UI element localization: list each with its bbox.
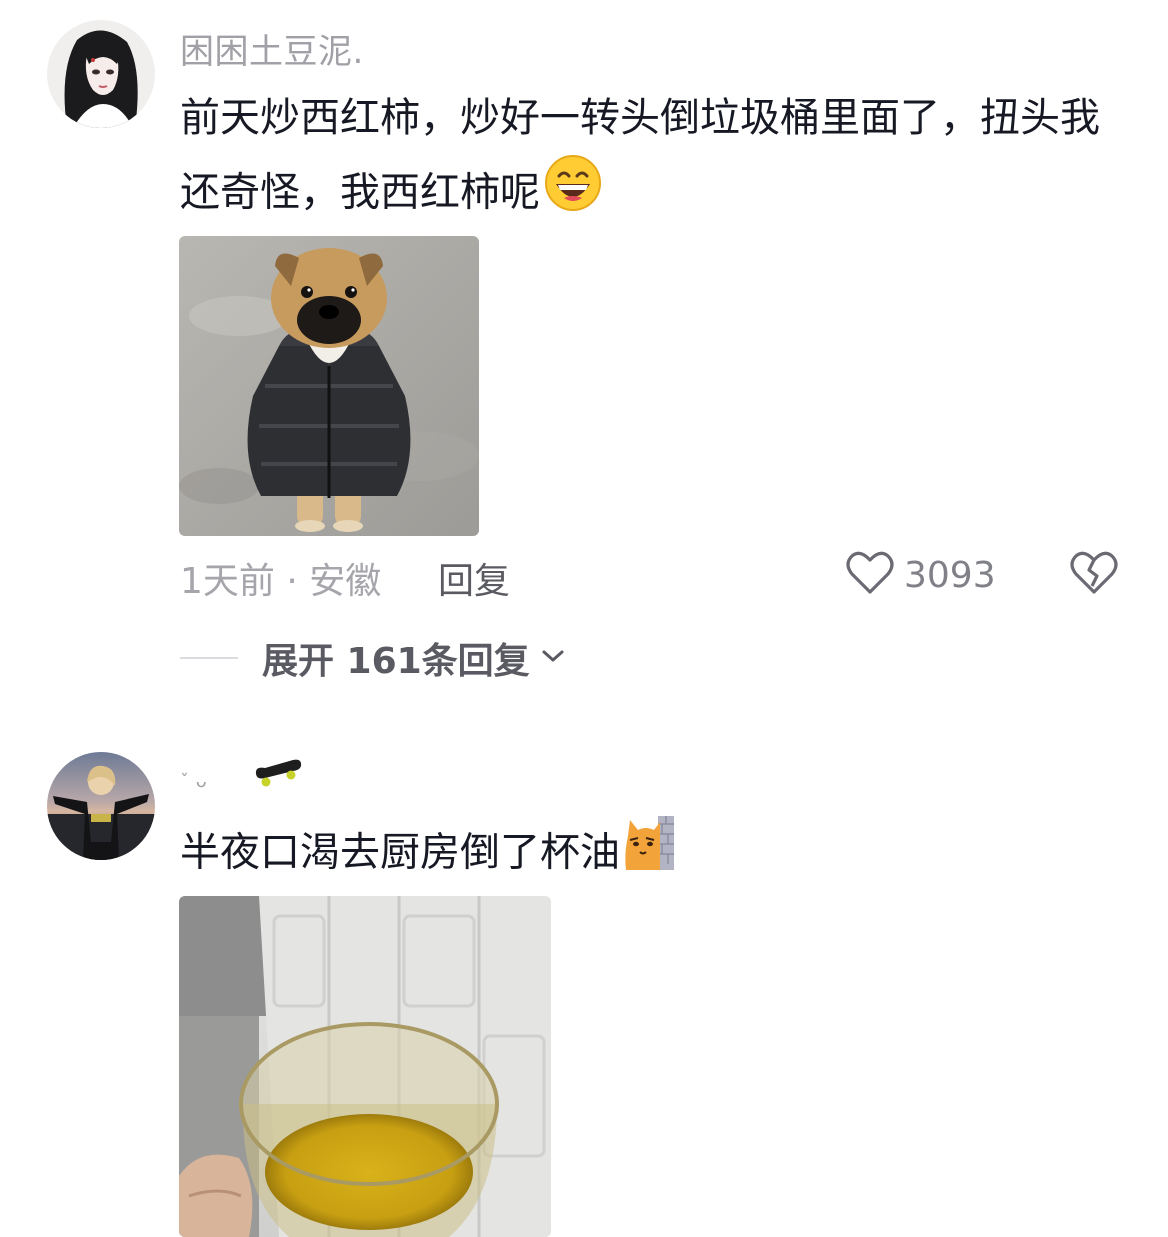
divider: [180, 657, 238, 659]
comment-image[interactable]: [179, 236, 479, 536]
expand-replies-button[interactable]: 展开 161条回复: [180, 632, 566, 684]
username[interactable]: 困困土豆泥.: [180, 24, 364, 73]
username-text: ˇ ᴗ: [180, 771, 208, 792]
grinning-face-emoji: [544, 154, 602, 235]
time-location: 1天前 · 安徽: [180, 561, 382, 602]
username[interactable]: ˇ ᴗ: [180, 756, 303, 799]
like-count: 3093: [904, 554, 996, 596]
broken-heart-icon: [1070, 551, 1118, 600]
comment-body: 前天炒西红柿，炒好一转头倒垃圾桶里面了，扭头我还奇怪，我西红柿呢: [180, 95, 1100, 216]
cat-peeking-from-wall-emoji: [624, 814, 676, 895]
comment-image[interactable]: [179, 896, 551, 1237]
skateboard-emoji: [253, 756, 303, 799]
avatar[interactable]: [47, 752, 155, 860]
comment-text: 前天炒西红柿，炒好一转头倒垃圾桶里面了，扭头我还奇怪，我西红柿呢: [180, 82, 1120, 235]
dislike-button[interactable]: [1070, 550, 1118, 600]
expand-replies-label: 展开 161条回复: [262, 641, 530, 682]
like-button[interactable]: 3093: [846, 550, 996, 600]
reply-button[interactable]: 回复: [438, 552, 510, 604]
comment-text: 半夜口渴去厨房倒了杯油: [180, 814, 1120, 895]
comment-body: 半夜口渴去厨房倒了杯油: [180, 829, 620, 876]
chevron-down-icon: [540, 646, 566, 670]
avatar[interactable]: [47, 20, 155, 128]
heart-icon: [846, 550, 894, 600]
